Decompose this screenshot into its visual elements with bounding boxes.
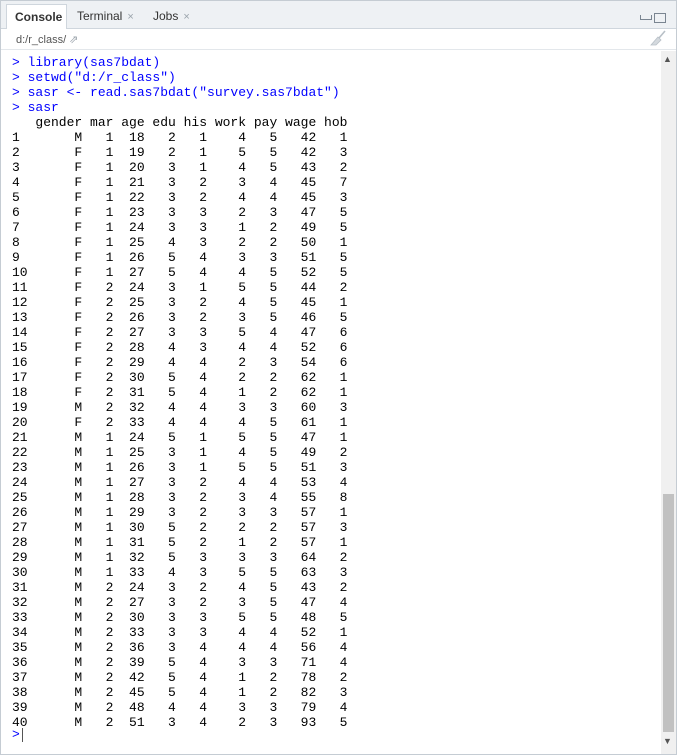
console-command: > library(sas7bdat): [12, 55, 161, 70]
table-row: 40 M 2 51 3 4 2 3 93 5: [12, 715, 348, 730]
tab-jobs[interactable]: Jobs ×: [145, 4, 201, 28]
table-row: 13 F 2 26 3 2 3 5 46 5: [12, 310, 348, 325]
table-row: 22 M 1 25 3 1 4 5 49 2: [12, 445, 348, 460]
table-row: 21 M 1 24 5 1 5 5 47 1: [12, 430, 348, 445]
table-row: 10 F 1 27 5 4 4 5 52 5: [12, 265, 348, 280]
table-row: 2 F 1 19 2 1 5 5 42 3: [12, 145, 348, 160]
console-lines: > library(sas7bdat) > setwd("d:/r_class")…: [12, 55, 347, 730]
table-row: 20 F 2 33 4 4 4 5 61 1: [12, 415, 348, 430]
table-row: 14 F 2 27 3 3 5 4 47 6: [12, 325, 348, 340]
table-row: 34 M 2 33 3 3 4 4 52 1: [12, 625, 348, 640]
console-pane: Console Terminal × Jobs × d:/r_class/⇗ > l…: [0, 0, 677, 755]
broom-icon[interactable]: [650, 30, 668, 46]
table-row: 38 M 2 45 5 4 1 2 82 3: [12, 685, 348, 700]
table-row: 24 M 1 27 3 2 4 4 53 4: [12, 475, 348, 490]
scroll-up-icon[interactable]: ▲: [663, 54, 672, 64]
table-row: 3 F 1 20 3 1 4 5 43 2: [12, 160, 348, 175]
close-icon[interactable]: ×: [183, 11, 189, 23]
vertical-scrollbar[interactable]: ▲ ▼: [661, 51, 676, 754]
table-row: 8 F 1 25 4 3 2 2 50 1: [12, 235, 348, 250]
table-row: 30 M 1 33 4 3 5 5 63 3: [12, 565, 348, 580]
table-row: 29 M 1 32 5 3 3 3 64 2: [12, 550, 348, 565]
table-row: 19 M 2 32 4 4 3 3 60 3: [12, 400, 348, 415]
table-header: gender mar age edu his work pay wage hob: [12, 115, 348, 130]
table-row: 1 M 1 18 2 1 4 5 42 1: [12, 130, 348, 145]
console-command: > sasr: [12, 100, 59, 115]
table-row: 17 F 2 30 5 4 2 2 62 1: [12, 370, 348, 385]
table-row: 16 F 2 29 4 4 2 3 54 6: [12, 355, 348, 370]
table-row: 28 M 1 31 5 2 1 2 57 1: [12, 535, 348, 550]
table-row: 26 M 1 29 3 2 3 3 57 1: [12, 505, 348, 520]
tab-console[interactable]: Console: [6, 4, 67, 29]
table-row: 6 F 1 23 3 3 2 3 47 5: [12, 205, 348, 220]
table-row: 18 F 2 31 5 4 1 2 62 1: [12, 385, 348, 400]
tab-terminal[interactable]: Terminal ×: [69, 4, 143, 28]
table-row: 27 M 1 30 5 2 2 2 57 3: [12, 520, 348, 535]
text-caret: [21, 727, 23, 742]
go-to-directory-icon[interactable]: ⇗: [69, 34, 78, 46]
table-row: 12 F 2 25 3 2 4 5 45 1: [12, 295, 348, 310]
table-row: 11 F 2 24 3 1 5 5 44 2: [12, 280, 348, 295]
working-directory-path: d:/r_class/: [16, 34, 67, 46]
console-command: > sasr <- read.sas7bdat("survey.sas7bdat…: [12, 85, 340, 100]
scroll-down-icon[interactable]: ▼: [663, 736, 672, 746]
table-row: 39 M 2 48 4 4 3 3 79 4: [12, 700, 348, 715]
table-row: 31 M 2 24 3 2 4 5 43 2: [12, 580, 348, 595]
close-icon[interactable]: ×: [127, 11, 133, 23]
table-row: 7 F 1 24 3 3 1 2 49 5: [12, 220, 348, 235]
table-row: 25 M 1 28 3 2 3 4 55 8: [12, 490, 348, 505]
tab-jobs-label: Jobs: [153, 9, 179, 23]
table-row: 33 M 2 30 3 3 5 5 48 5: [12, 610, 348, 625]
table-row: 4 F 1 21 3 2 3 4 45 7: [12, 175, 348, 190]
minimize-icon[interactable]: [640, 15, 652, 21]
table-row: 15 F 2 28 4 3 4 4 52 6: [12, 340, 348, 355]
table-row: 35 M 2 36 3 4 4 4 56 4: [12, 640, 348, 655]
console-command: > setwd("d:/r_class"): [12, 70, 176, 85]
table-row: 5 F 1 22 3 2 4 4 45 3: [12, 190, 348, 205]
table-row: 9 F 1 26 5 4 3 3 51 5: [12, 250, 348, 265]
scrollbar-thumb[interactable]: [663, 494, 674, 732]
maximize-icon[interactable]: [654, 12, 666, 23]
tab-terminal-label: Terminal: [77, 9, 123, 23]
prompt-symbol: >: [12, 727, 20, 742]
table-row: 32 M 2 27 3 2 3 5 47 4: [12, 595, 348, 610]
console-output[interactable]: > library(sas7bdat) > setwd("d:/r_class")…: [1, 52, 661, 754]
tab-console-label: Console: [15, 10, 63, 24]
window-controls: [638, 9, 666, 27]
working-directory-bar: d:/r_class/⇗: [1, 29, 676, 50]
table-row: 36 M 2 39 5 4 3 3 71 4: [12, 655, 348, 670]
console-input-line[interactable]: >: [12, 727, 23, 742]
tab-bar: Console Terminal × Jobs ×: [1, 1, 676, 29]
table-row: 23 M 1 26 3 1 5 5 51 3: [12, 460, 348, 475]
table-row: 37 M 2 42 5 4 1 2 78 2: [12, 670, 348, 685]
